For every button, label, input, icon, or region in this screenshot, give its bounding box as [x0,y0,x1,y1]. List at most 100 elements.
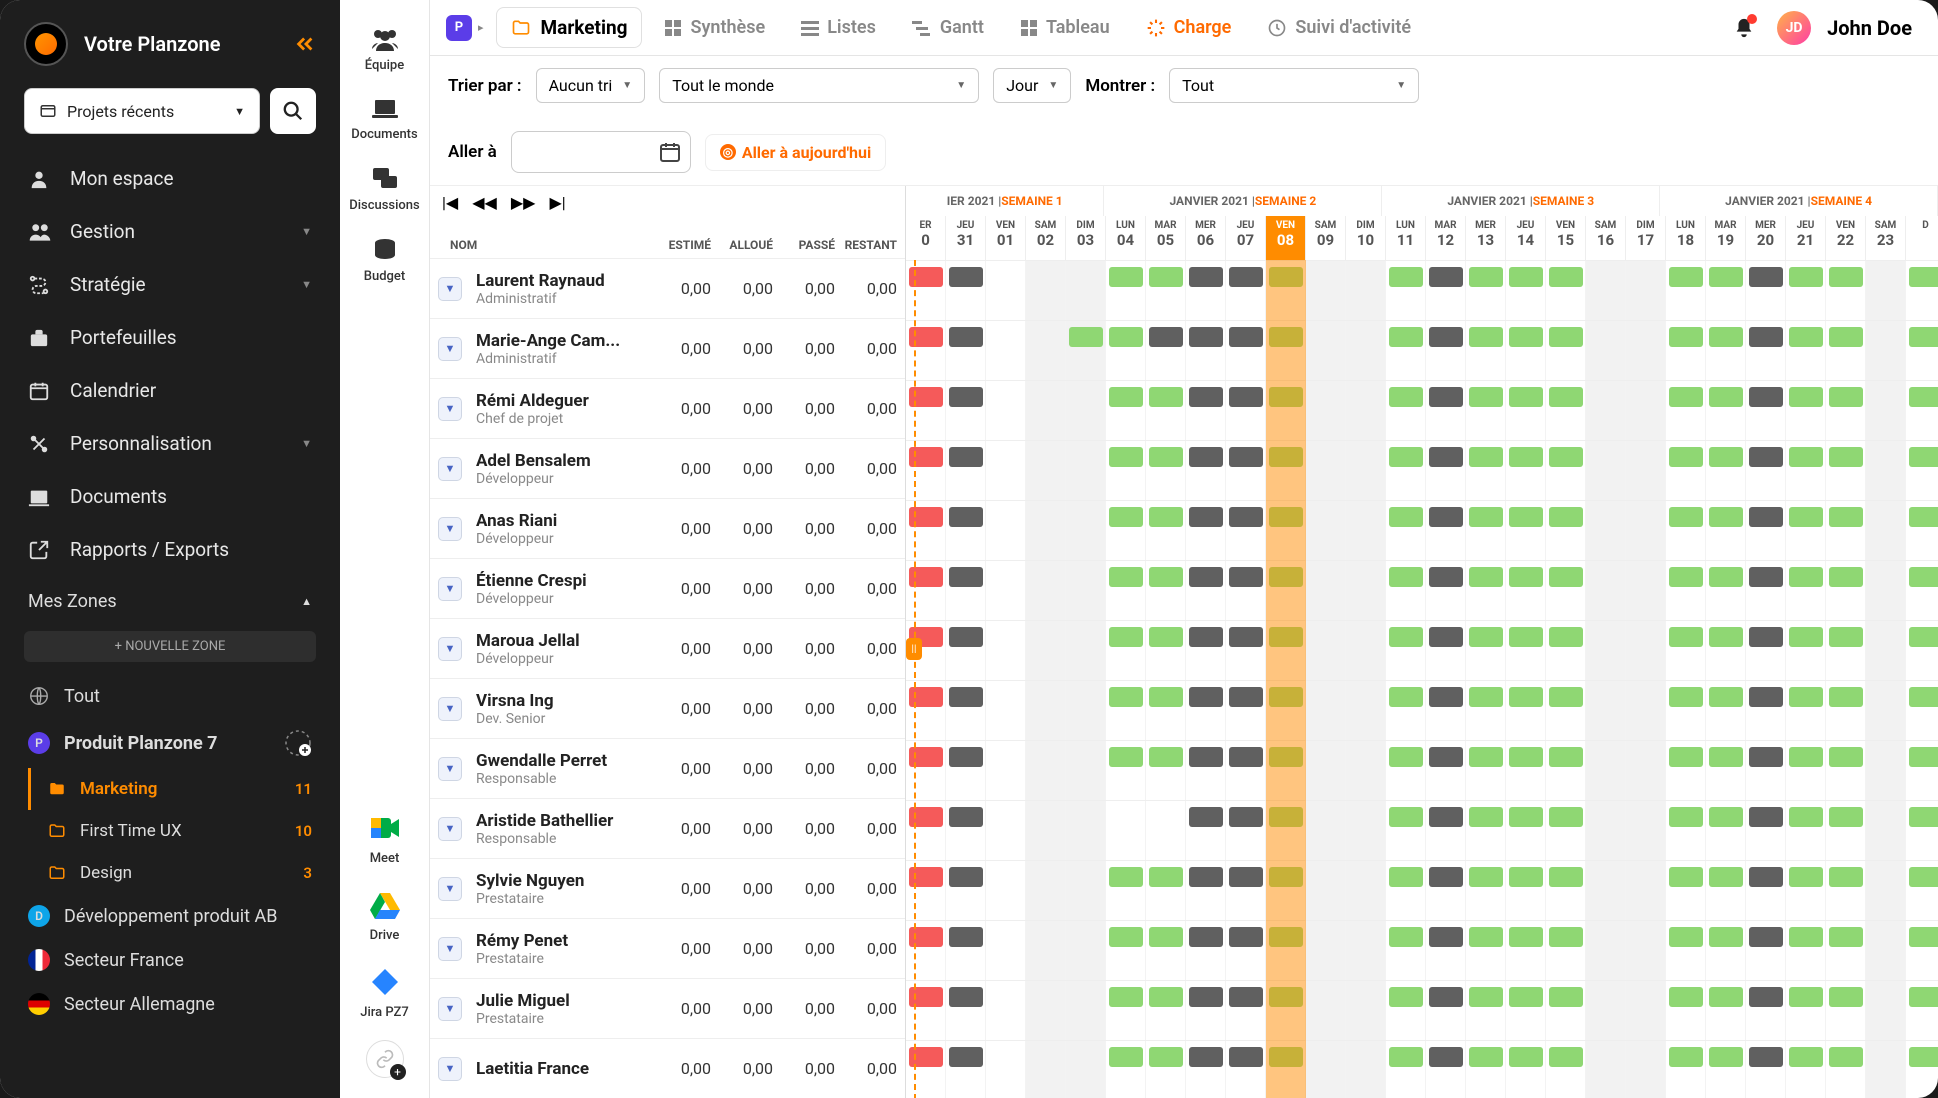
timeline-cell[interactable] [986,381,1026,441]
workload-bar[interactable] [1829,627,1863,647]
workload-bar[interactable] [1189,867,1223,887]
timeline-cell[interactable] [1066,261,1106,321]
timeline-cell[interactable] [1626,921,1666,981]
workload-bar[interactable] [1229,327,1263,347]
workload-bar[interactable] [1909,867,1938,887]
workload-bar[interactable] [1549,267,1583,287]
timeline-cell[interactable] [986,981,1026,1041]
timeline-cell[interactable] [1306,1041,1346,1098]
workload-bar[interactable] [1269,567,1303,587]
workload-bar[interactable] [1749,747,1783,767]
workload-bar[interactable] [1149,687,1183,707]
workload-bar[interactable] [1229,807,1263,827]
workload-bar[interactable] [1709,987,1743,1007]
workload-bar[interactable] [949,387,983,407]
nav-stratgie[interactable]: Stratégie▼ [0,258,340,311]
zone-allemagne[interactable]: Secteur Allemagne [0,982,340,1026]
workload-bar[interactable] [1109,447,1143,467]
nav-next-button[interactable]: ▶▶ [511,193,536,212]
timeline-cell[interactable] [1866,321,1906,381]
timeline-cell[interactable] [1866,981,1906,1041]
workload-bar[interactable] [1469,987,1503,1007]
nav-monespace[interactable]: Mon espace [0,152,340,205]
workload-bar[interactable] [1709,627,1743,647]
workload-bar[interactable] [949,327,983,347]
workload-bar[interactable] [1549,447,1583,467]
workload-bar[interactable] [1469,327,1503,347]
timeline-cell[interactable] [1586,681,1626,741]
workload-bar[interactable] [1509,927,1543,947]
timeline-cell[interactable] [1586,561,1626,621]
timeline-cell[interactable] [1306,561,1346,621]
nav-last-button[interactable]: ▶| [549,193,565,212]
workload-bar[interactable] [1829,807,1863,827]
resize-handle[interactable]: || [906,638,922,660]
workload-bar[interactable] [1509,747,1543,767]
zones-header[interactable]: Mes Zones ▲ [0,576,340,627]
workload-bar[interactable] [1669,507,1703,527]
goto-today-button[interactable]: ◎ Aller à aujourd'hui [705,134,886,171]
subside-documents[interactable]: Documents [340,85,429,154]
timeline-cell[interactable] [1066,801,1106,861]
timeline-cell[interactable] [1306,441,1346,501]
workload-bar[interactable] [1829,867,1863,887]
timeline-cell[interactable] [986,921,1026,981]
timeline-cell[interactable] [986,441,1026,501]
workload-bar[interactable] [1549,627,1583,647]
notifications-button[interactable] [1733,16,1755,40]
timeline-cell[interactable] [1586,501,1626,561]
timeline-cell[interactable] [1626,441,1666,501]
timeline-cell[interactable] [1306,981,1346,1041]
workload-bar[interactable] [1909,987,1938,1007]
workload-bar[interactable] [1269,747,1303,767]
workload-bar[interactable] [1189,687,1223,707]
timeline-cell[interactable] [1066,441,1106,501]
workload-bar[interactable] [1189,807,1223,827]
timeline-cell[interactable] [1866,621,1906,681]
workload-bar[interactable] [1509,867,1543,887]
workload-bar[interactable] [1709,1047,1743,1067]
workload-bar[interactable] [1389,507,1423,527]
workload-bar[interactable] [1469,267,1503,287]
workload-bar[interactable] [1389,1047,1423,1067]
timeline-cell[interactable] [1626,1041,1666,1098]
workload-bar[interactable] [1749,1047,1783,1067]
workload-bar[interactable] [1269,807,1303,827]
timeline-cell[interactable] [1106,801,1146,861]
workload-bar[interactable] [1429,327,1463,347]
app-add-link[interactable]: + [366,1040,404,1078]
workload-bar[interactable] [1469,567,1503,587]
workload-bar[interactable] [949,927,983,947]
new-zone-button[interactable]: + NOUVELLE ZONE [24,631,316,662]
workload-bar[interactable] [1749,387,1783,407]
timeline-cell[interactable] [1866,921,1906,981]
timeline-cell[interactable] [1626,981,1666,1041]
timeline-cell[interactable] [1026,441,1066,501]
tab-suividactivit[interactable]: Suivi d'activité [1249,7,1429,48]
zone-france[interactable]: Secteur France [0,938,340,982]
workload-bar[interactable] [1389,447,1423,467]
workload-bar[interactable] [1469,507,1503,527]
timeline-cell[interactable] [1306,681,1346,741]
workload-bar[interactable] [949,447,983,467]
subside-budget[interactable]: Budget [340,225,429,296]
workload-bar[interactable] [1709,567,1743,587]
workload-bar[interactable] [1669,867,1703,887]
workload-bar[interactable] [1549,567,1583,587]
workload-bar[interactable] [1549,1047,1583,1067]
timeline-cell[interactable] [1066,1041,1106,1098]
workload-bar[interactable] [1789,387,1823,407]
expand-button[interactable]: ▼ [438,757,462,781]
workload-bar[interactable] [1109,627,1143,647]
workload-bar[interactable] [1829,927,1863,947]
workload-bar[interactable] [1909,1047,1938,1067]
workload-bar[interactable] [1509,507,1543,527]
collapse-sidebar-button[interactable] [294,33,316,55]
workload-bar[interactable] [1229,567,1263,587]
app-meet[interactable] [366,809,404,847]
workload-bar[interactable] [1189,1047,1223,1067]
expand-button[interactable]: ▼ [438,937,462,961]
workload-bar[interactable] [1149,1047,1183,1067]
search-button[interactable] [270,88,316,134]
workload-bar[interactable] [1509,327,1543,347]
